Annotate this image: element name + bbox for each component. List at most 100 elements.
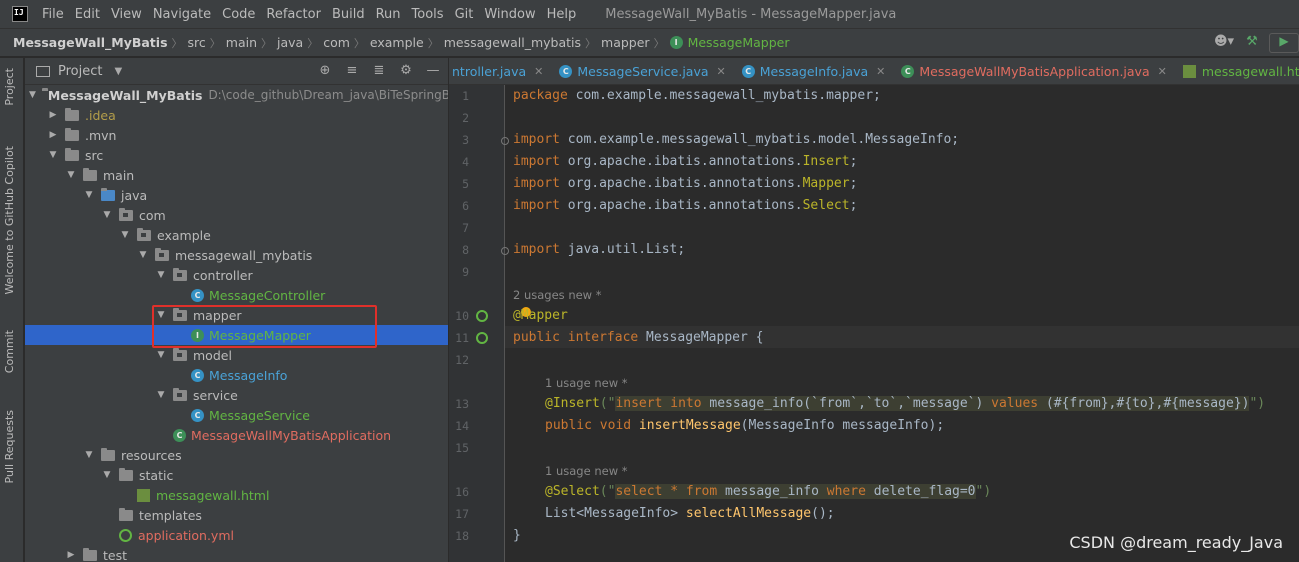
settings-gear-icon[interactable]: ⚙ [397, 62, 415, 80]
tab-application[interactable]: C MessageWallMyBatisApplication.java ✕ [893, 58, 1174, 84]
menu-code[interactable]: Code [222, 7, 255, 22]
line-number: 16 [455, 485, 469, 499]
locate-file-icon[interactable]: ⊕ [316, 62, 334, 80]
project-panel-title[interactable]: Project [58, 64, 102, 79]
close-icon[interactable]: ✕ [534, 65, 543, 78]
chevron-down-icon[interactable]: ▼ [101, 210, 113, 220]
tree-item-mapper[interactable]: ▼ mapper [25, 305, 448, 325]
chevron-down-icon[interactable]: ▼ [47, 150, 59, 160]
close-icon[interactable]: ✕ [717, 65, 726, 78]
menu-refactor[interactable]: Refactor [266, 7, 321, 22]
tree-item-service[interactable]: ▼ service [25, 385, 448, 405]
pull-requests-tool-tab[interactable]: Pull Requests [3, 410, 16, 483]
commit-tool-tab[interactable]: Commit [3, 330, 16, 373]
crumb-project[interactable]: MessageWall_MyBatis [13, 35, 168, 50]
tree-item-test[interactable]: ▶ test [25, 545, 448, 562]
chevron-down-icon[interactable]: ▼ [101, 470, 113, 480]
chevron-down-icon[interactable]: ▼ [29, 90, 36, 100]
usages-hint[interactable]: 1 usage new * [545, 376, 628, 390]
menu-run[interactable]: Run [376, 7, 401, 22]
menu-help[interactable]: Help [547, 7, 577, 22]
tree-item-application-yml[interactable]: application.yml [25, 525, 448, 545]
folder-icon [119, 467, 133, 481]
chevron-down-icon[interactable]: ▼ [155, 350, 167, 360]
tab-message-controller[interactable]: ntroller.java ✕ [449, 58, 551, 84]
folder-icon [83, 167, 97, 181]
crumb-example[interactable]: example [370, 35, 424, 50]
hide-panel-icon[interactable]: — [424, 62, 442, 80]
tree-item-model[interactable]: ▼ model [25, 345, 448, 365]
mybatis-bean-icon[interactable] [476, 332, 488, 344]
menu-view[interactable]: View [111, 7, 142, 22]
tree-item-src[interactable]: ▼ src [25, 145, 448, 165]
tab-message-info[interactable]: C MessageInfo.java ✕ [734, 58, 894, 84]
tree-item-example[interactable]: ▼ example [25, 225, 448, 245]
menu-file[interactable]: File [42, 7, 64, 22]
chevron-down-icon[interactable]: ▼ [83, 450, 95, 460]
chevron-right-icon[interactable]: ▶ [65, 550, 77, 560]
build-hammer-icon[interactable]: ⚒ [1241, 34, 1263, 52]
tree-item-templates[interactable]: templates [25, 505, 448, 525]
fold-marker-icon[interactable] [501, 247, 509, 255]
tree-item-application[interactable]: C MessageWallMyBatisApplication [25, 425, 448, 445]
tree-item-controller[interactable]: ▼ controller [25, 265, 448, 285]
menu-window[interactable]: Window [484, 7, 535, 22]
tree-item-messagewall-html[interactable]: messagewall.html [25, 485, 448, 505]
tree-item-message-controller[interactable]: C MessageController [25, 285, 448, 305]
crumb-mapper[interactable]: mapper [601, 35, 650, 50]
crumb-separator-icon: 〉 [171, 36, 183, 50]
sql-keyword: insert into [615, 396, 702, 411]
run-config-icon[interactable]: ▶ [1269, 33, 1299, 53]
crumb-package[interactable]: messagewall_mybatis [444, 35, 581, 50]
crumb-src[interactable]: src [188, 35, 206, 50]
crumb-current-file[interactable]: I MessageMapper [669, 35, 790, 50]
copilot-tool-tab[interactable]: Welcome to GitHub Copilot [3, 146, 16, 295]
chevron-down-icon[interactable]: ▼ [155, 270, 167, 280]
menu-tools[interactable]: Tools [412, 7, 444, 22]
code-editor[interactable]: 1 2 3 4 5 6 7 8 9 10 11 12 13 14 15 16 1… [449, 85, 1299, 562]
tree-item-package[interactable]: ▼ messagewall_mybatis [25, 245, 448, 265]
tree-item-mvn[interactable]: ▶ .mvn [25, 125, 448, 145]
menu-build[interactable]: Build [332, 7, 365, 22]
tree-item-message-service[interactable]: C MessageService [25, 405, 448, 425]
tree-item-resources[interactable]: ▼ resources [25, 445, 448, 465]
chevron-down-icon[interactable]: ▼ [155, 310, 167, 320]
dropdown-caret-icon[interactable]: ▼ [114, 66, 122, 77]
tab-messagewall-html[interactable]: messagewall.html✕ [1175, 58, 1299, 84]
crumb-java[interactable]: java [277, 35, 303, 50]
expand-all-icon[interactable]: ≡ [343, 62, 361, 80]
collapse-all-icon[interactable]: ≣ [370, 62, 388, 80]
user-icon[interactable]: ☻▾ [1213, 34, 1235, 52]
chevron-right-icon[interactable]: ▶ [47, 130, 59, 140]
tree-item-idea[interactable]: ▶ .idea [25, 105, 448, 125]
tree-item-com[interactable]: ▼ com [25, 205, 448, 225]
fold-marker-icon[interactable] [501, 137, 509, 145]
tree-item-message-info[interactable]: C MessageInfo [25, 365, 448, 385]
tree-item-main[interactable]: ▼ main [25, 165, 448, 185]
menu-navigate[interactable]: Navigate [153, 7, 211, 22]
project-tool-tab[interactable]: Project [3, 68, 16, 106]
close-icon[interactable]: ✕ [876, 65, 885, 78]
chevron-down-icon[interactable]: ▼ [155, 390, 167, 400]
chevron-right-icon[interactable]: ▶ [47, 110, 59, 120]
chevron-down-icon[interactable]: ▼ [119, 230, 131, 240]
crumb-com[interactable]: com [323, 35, 350, 50]
chevron-down-icon[interactable]: ▼ [83, 190, 95, 200]
menu-edit[interactable]: Edit [75, 7, 100, 22]
close-icon[interactable]: ✕ [1158, 65, 1167, 78]
mybatis-bean-icon[interactable] [476, 310, 488, 322]
menu-git[interactable]: Git [455, 7, 474, 22]
line-number: 4 [462, 155, 469, 169]
usages-hint[interactable]: 2 usages new * [513, 288, 602, 302]
chevron-down-icon[interactable]: ▼ [137, 250, 149, 260]
tab-message-service[interactable]: C MessageService.java ✕ [551, 58, 733, 84]
tree-item-static[interactable]: ▼ static [25, 465, 448, 485]
chevron-down-icon[interactable]: ▼ [65, 170, 77, 180]
tree-item-java[interactable]: ▼ java [25, 185, 448, 205]
tree-root[interactable]: ▼ MessageWall_MyBatis D:\code_github\Dre… [25, 85, 448, 105]
crumb-main[interactable]: main [226, 35, 257, 50]
keyword: import [513, 198, 560, 213]
usages-hint[interactable]: 1 usage new * [545, 464, 628, 478]
tree-item-message-mapper[interactable]: I MessageMapper [25, 325, 448, 345]
tree-label: controller [193, 267, 253, 283]
